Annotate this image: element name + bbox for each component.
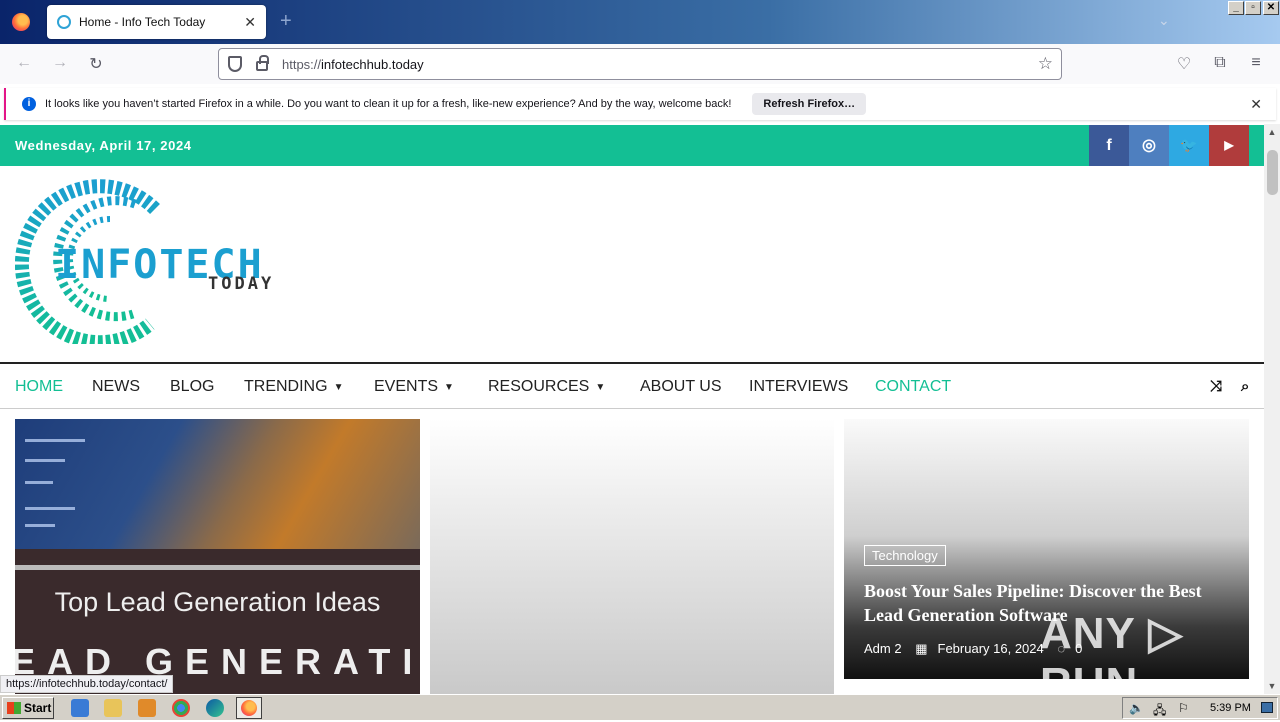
nav-interviews[interactable]: INTERVIEWS: [749, 378, 848, 396]
media-player-icon[interactable]: [138, 699, 156, 717]
new-tab-icon[interactable]: +: [280, 11, 292, 31]
network-icon[interactable]: 🖧: [1153, 701, 1166, 722]
browser-nav-bar: ← → ↻ https://infotechhub.today ☆ ♡ ⧉ ≡: [0, 44, 1280, 84]
bookmark-star-icon[interactable]: ☆: [1038, 54, 1053, 74]
lock-icon[interactable]: [256, 55, 269, 71]
post-image: [15, 419, 420, 549]
category-tag[interactable]: Technology: [864, 545, 946, 566]
back-icon[interactable]: ←: [14, 54, 34, 72]
firefox-icon: [12, 13, 30, 31]
close-notification-icon[interactable]: ✕: [1250, 96, 1262, 113]
restore-button[interactable]: ▫: [1245, 1, 1261, 15]
close-window-button[interactable]: ✕: [1263, 1, 1279, 15]
browser-title-bar: Home - Info Tech Today ✕ + ⌄ _ ▫ ✕: [0, 0, 1280, 44]
featured-post-card[interactable]: [430, 419, 834, 694]
reload-icon[interactable]: ↻: [86, 54, 106, 74]
start-button[interactable]: Start: [2, 697, 54, 719]
tab-list-chevron-icon[interactable]: ⌄: [1158, 12, 1170, 29]
nav-resources[interactable]: RESOURCES ▼: [488, 378, 605, 396]
taskbar: Start 🔈 🖧 ⚐ 5:39 PM: [0, 694, 1280, 720]
firefox-menu-button[interactable]: [0, 0, 42, 44]
twitter-icon[interactable]: 🐦: [1169, 125, 1209, 166]
forward-icon[interactable]: →: [50, 54, 70, 72]
refresh-firefox-button[interactable]: Refresh Firefox…: [752, 93, 867, 115]
firefox-taskbar-button[interactable]: [236, 697, 262, 719]
chevron-down-icon: ▼: [333, 382, 344, 393]
search-icon[interactable]: ⌕: [1241, 378, 1249, 395]
site-top-bar: Wednesday, April 17, 2024 f ◎ 🐦 ▶: [0, 125, 1264, 166]
hamburger-menu-icon[interactable]: ≡: [1246, 54, 1266, 72]
extensions-icon[interactable]: ⧉: [1210, 54, 1230, 72]
edge-icon[interactable]: [206, 699, 224, 717]
system-tray: 🔈 🖧 ⚐ 5:39 PM: [1122, 697, 1278, 719]
address-bar[interactable]: https://infotechhub.today ☆: [218, 48, 1062, 80]
shuffle-icon[interactable]: ⤨: [1210, 378, 1222, 395]
tracking-shield-icon[interactable]: [228, 56, 242, 72]
chevron-down-icon: ▼: [595, 382, 606, 393]
notification-bar: i It looks like you haven’t started Fire…: [4, 88, 1276, 120]
main-navigation: HOME NEWS BLOG TRENDING ▼ EVENTS ▼ RESOURC…: [0, 362, 1264, 409]
nav-contact[interactable]: CONTACT: [875, 378, 951, 396]
youtube-icon[interactable]: ▶: [1209, 125, 1249, 166]
chevron-down-icon: ▼: [444, 382, 454, 393]
post-date: February 16, 2024: [937, 641, 1044, 656]
pocket-icon[interactable]: ♡: [1174, 54, 1194, 74]
nav-news[interactable]: NEWS: [92, 378, 140, 396]
page-scrollbar[interactable]: ▲ ▼: [1264, 124, 1280, 694]
flag-icon[interactable]: ⚐: [1178, 701, 1189, 715]
nav-home[interactable]: HOME: [15, 378, 63, 396]
close-tab-icon[interactable]: ✕: [244, 14, 256, 31]
chrome-icon[interactable]: [172, 699, 190, 717]
windows-flag-icon: [7, 702, 21, 714]
nav-events[interactable]: EVENTS ▼: [374, 378, 454, 396]
calendar-icon: ▦: [915, 641, 928, 656]
nav-blog[interactable]: BLOG: [170, 378, 214, 396]
scroll-thumb[interactable]: [1267, 150, 1278, 195]
post-author[interactable]: Adm 2: [864, 641, 902, 656]
site-favicon-icon: [57, 15, 71, 29]
tab-title: Home - Info Tech Today: [79, 15, 206, 29]
post-image-title: Top Lead Generation Ideas: [54, 587, 381, 617]
instagram-icon[interactable]: ◎: [1129, 125, 1169, 166]
link-status-url: https://infotechhub.today/contact/: [0, 675, 174, 693]
featured-post-card[interactable]: Top Lead Generation Ideas EAD GENERATIO: [15, 419, 420, 694]
scroll-up-icon[interactable]: ▲: [1264, 124, 1280, 140]
volume-icon[interactable]: 🔈: [1129, 701, 1144, 715]
ie-icon[interactable]: [71, 699, 89, 717]
logo-sub-text: TODAY: [208, 274, 275, 294]
nav-trending[interactable]: TRENDING ▼: [244, 378, 343, 396]
minimize-button[interactable]: _: [1228, 1, 1244, 15]
facebook-icon[interactable]: f: [1089, 125, 1129, 166]
explorer-icon[interactable]: [104, 699, 122, 717]
info-icon: i: [22, 97, 36, 111]
url-text[interactable]: https://infotechhub.today: [282, 57, 1038, 72]
firefox-icon: [241, 700, 257, 716]
notification-text: It looks like you haven’t started Firefo…: [45, 98, 732, 110]
scroll-down-icon[interactable]: ▼: [1264, 678, 1280, 694]
browser-tab-active[interactable]: Home - Info Tech Today ✕: [47, 5, 266, 39]
site-logo[interactable]: INFOTECH TODAY: [15, 179, 305, 344]
show-desktop-icon[interactable]: [1261, 702, 1273, 713]
current-date: Wednesday, April 17, 2024: [15, 138, 192, 153]
nav-about-us[interactable]: ABOUT US: [640, 378, 722, 396]
clock: 5:39 PM: [1210, 702, 1251, 714]
